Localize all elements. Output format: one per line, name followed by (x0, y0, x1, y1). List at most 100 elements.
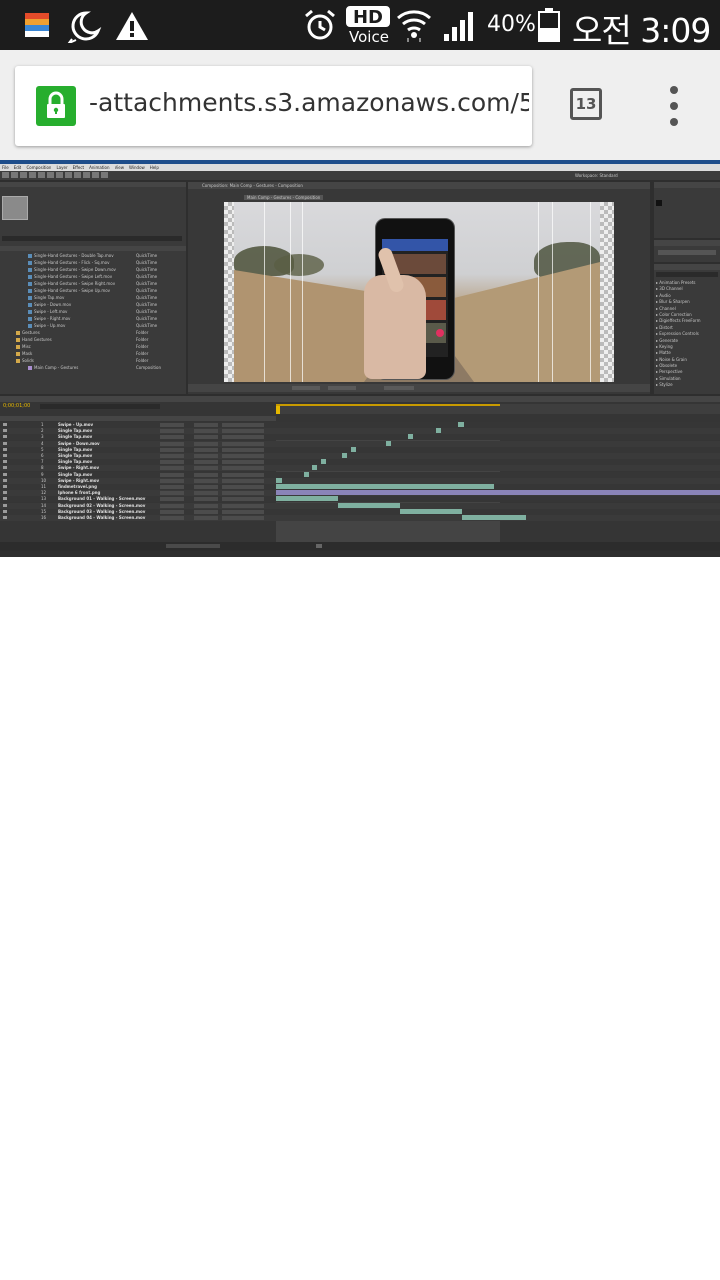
project-item[interactable]: Mask Folder (0, 351, 186, 357)
timeline-layer[interactable]: 12 Iphone 6 front.png (0, 490, 720, 497)
timeline-layer[interactable]: 10 Swipe - Right.mov (0, 477, 720, 484)
eye-icon[interactable] (3, 454, 7, 457)
layer-clip-bar[interactable] (400, 508, 462, 514)
layer-mode-dropdown[interactable] (194, 441, 218, 446)
menu-item-window[interactable]: Window (129, 165, 145, 170)
timeline-layer[interactable]: 5 Single Tap.mov (0, 446, 720, 453)
project-item[interactable]: Swipe - Right.mov QuickTime (0, 316, 186, 322)
layer-clip-bar[interactable] (276, 496, 338, 502)
layer-mode-dropdown[interactable] (222, 423, 264, 427)
eye-icon[interactable] (3, 509, 7, 513)
layer-mode-dropdown[interactable] (194, 478, 218, 483)
layer-mode-dropdown[interactable] (222, 509, 264, 514)
workspace-label[interactable]: Workspace: Standard (575, 173, 618, 178)
layer-name[interactable]: Iphone 6 front.png (58, 490, 158, 495)
eye-icon[interactable] (3, 478, 7, 482)
timeline-search[interactable] (40, 404, 160, 409)
layer-mode-dropdown[interactable] (222, 441, 264, 446)
project-search[interactable] (2, 236, 182, 241)
project-item[interactable]: Single Tap.mov QuickTime (0, 295, 186, 301)
eye-icon[interactable] (3, 429, 7, 433)
layer-clip-bar[interactable] (436, 428, 441, 434)
layer-mode-dropdown[interactable] (194, 491, 218, 496)
layer-clip-bar[interactable] (351, 446, 356, 452)
layer-mode-dropdown[interactable] (194, 472, 218, 477)
layer-mode-dropdown[interactable] (194, 497, 218, 502)
eye-icon[interactable] (3, 447, 7, 451)
comp-tab[interactable]: Composition: Main Comp - Gestures - Comp… (202, 183, 322, 188)
project-item[interactable]: Single-Hand Gestures - Swipe Left.mov Qui… (0, 274, 186, 280)
layer-clip-bar[interactable] (276, 477, 282, 483)
layer-mode-dropdown[interactable] (222, 454, 264, 458)
menu-item-edit[interactable]: Edit (14, 165, 22, 170)
layer-mode-dropdown[interactable] (194, 423, 218, 427)
timeline-layer[interactable]: 9 Single Tap.mov (0, 471, 720, 478)
layer-clip-bar[interactable] (458, 422, 464, 427)
layer-mode-dropdown[interactable] (222, 503, 264, 508)
timeline-layer[interactable]: 15 Background 03 - Walking - Screen.mov (0, 508, 720, 515)
layer-clip-bar[interactable] (338, 502, 400, 508)
layer-clip-bar[interactable] (304, 471, 309, 477)
layer-mode-dropdown[interactable] (194, 454, 218, 458)
url-text[interactable]: -attachments.s3.amazonaws.com/5 (89, 88, 529, 117)
layer-mode-dropdown[interactable] (160, 454, 184, 458)
timecode[interactable]: 0;00;01;00 (3, 403, 30, 409)
layer-mode-dropdown[interactable] (222, 472, 264, 477)
project-item[interactable]: Swipe - Up.mov QuickTime (0, 323, 186, 329)
eye-icon[interactable] (3, 441, 7, 445)
tab-switcher-button[interactable]: 13 (570, 88, 602, 120)
layer-mode-dropdown[interactable] (194, 435, 218, 440)
layer-mode-dropdown[interactable] (194, 503, 218, 508)
timeline-layer[interactable]: 3 Single Tap.mov (0, 434, 720, 441)
timeline-layer[interactable]: 8 Swipe - Right.mov (0, 465, 720, 472)
layer-mode-dropdown[interactable] (222, 516, 264, 520)
layer-mode-dropdown[interactable] (160, 478, 184, 483)
eye-icon[interactable] (3, 491, 7, 495)
layer-clip-bar[interactable] (276, 484, 494, 489)
layer-name[interactable]: Single Tap.mov (58, 472, 158, 477)
layer-clip-bar[interactable] (386, 440, 391, 446)
layer-clip-bar[interactable] (408, 434, 413, 440)
menu-item-animation[interactable]: Animation (89, 165, 109, 170)
layer-mode-dropdown[interactable] (222, 429, 264, 434)
layer-clip-bar[interactable] (342, 453, 347, 458)
layer-name[interactable]: Single Tap.mov (58, 459, 158, 464)
project-item[interactable]: Solids Folder (0, 358, 186, 364)
layer-mode-dropdown[interactable] (160, 491, 184, 496)
layer-mode-dropdown[interactable] (222, 447, 264, 452)
layer-mode-dropdown[interactable] (160, 447, 184, 452)
layer-clip-bar[interactable] (312, 465, 317, 471)
layer-name[interactable]: Background 04 - Walking - Screen.mov (58, 515, 158, 520)
layer-clip-bar[interactable] (276, 490, 720, 496)
layer-mode-dropdown[interactable] (222, 460, 264, 465)
layer-mode-dropdown[interactable] (222, 485, 264, 489)
layer-mode-dropdown[interactable] (194, 447, 218, 452)
menu-item-help[interactable]: Help (150, 165, 159, 170)
layer-mode-dropdown[interactable] (194, 516, 218, 520)
layer-mode-dropdown[interactable] (160, 429, 184, 434)
menu-item-layer[interactable]: Layer (56, 165, 67, 170)
layer-name[interactable]: Swipe - Right.mov (58, 465, 158, 470)
layer-mode-dropdown[interactable] (222, 497, 264, 502)
layer-name[interactable]: Background 03 - Walking - Screen.mov (58, 509, 158, 514)
eye-icon[interactable] (3, 423, 7, 426)
eye-icon[interactable] (3, 485, 7, 488)
lock-icon[interactable] (36, 86, 76, 126)
project-item[interactable]: Single-Hand Gestures - Swipe Right.mov Qu… (0, 281, 186, 287)
comp-subtab[interactable]: Main Comp - Gestures - Composition (244, 195, 324, 200)
layer-mode-dropdown[interactable] (222, 466, 264, 471)
eye-icon[interactable] (3, 503, 7, 507)
project-item[interactable]: Single-Hand Gestures - Swipe Down.mov Qui… (0, 267, 186, 273)
timeline-layer[interactable]: 7 Single Tap.mov (0, 459, 720, 466)
layer-mode-dropdown[interactable] (222, 491, 264, 496)
layer-name[interactable]: Swipe - Up.mov (58, 422, 158, 427)
timeline-layer[interactable]: 13 Background 01 - Walking - Screen.mov (0, 496, 720, 503)
timeline-layer[interactable]: 16 Background 04 - Walking - Screen.mov (0, 515, 720, 521)
layer-name[interactable]: Single Tap.mov (58, 447, 158, 452)
layer-mode-dropdown[interactable] (160, 472, 184, 477)
project-item[interactable]: Swipe - Down.mov QuickTime (0, 302, 186, 308)
layer-name[interactable]: Swipe - Right.mov (58, 478, 158, 483)
project-item[interactable]: Single-Hand Gestures - Flick - Sq.mov Qui… (0, 260, 186, 266)
eye-icon[interactable] (3, 435, 7, 439)
layer-name[interactable]: Single Tap.mov (58, 428, 158, 433)
